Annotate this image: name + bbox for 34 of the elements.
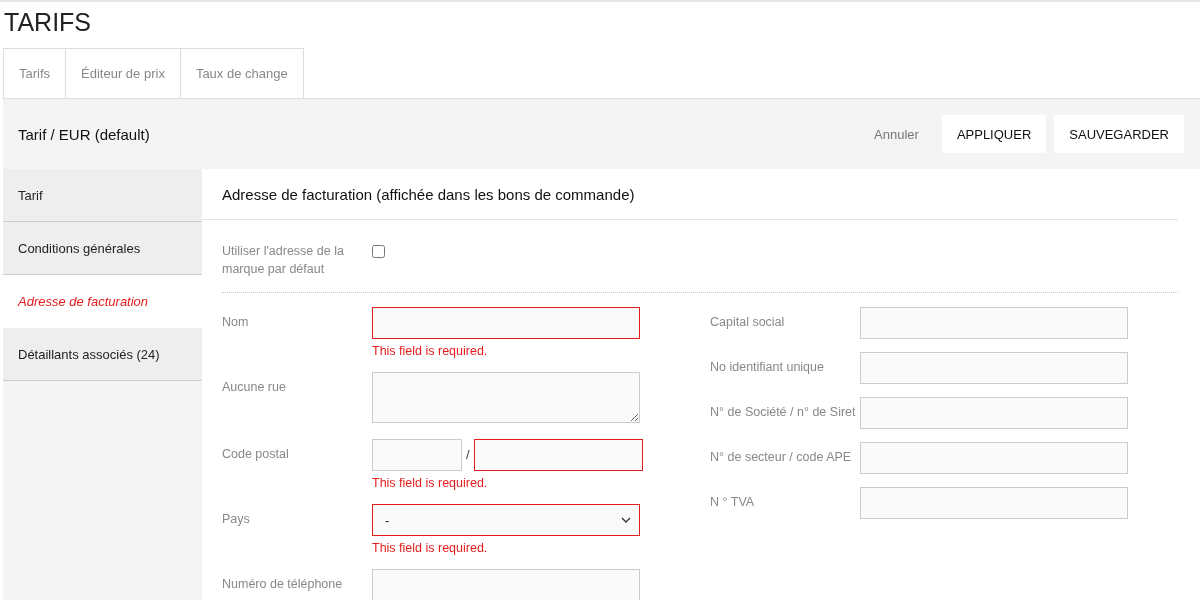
action-button[interactable]: SAUVEGARDER xyxy=(1054,115,1184,153)
chevron-down-icon xyxy=(621,517,631,523)
field-label: Nom xyxy=(222,314,250,329)
error-message: This field is required. xyxy=(372,476,489,490)
field-label: Aucune rue xyxy=(222,379,287,394)
tab[interactable]: Tarifs xyxy=(3,48,66,98)
field-label: N° de Société / n° de Siret xyxy=(710,404,857,419)
sidebar-item[interactable]: Détaillants associés (24) xyxy=(3,328,202,381)
sidebar-item[interactable]: Adresse de facturation xyxy=(3,275,202,328)
checkbox[interactable] xyxy=(372,245,385,258)
section-title: Adresse de facturation (affichée dans les bons de commande) xyxy=(202,169,1178,220)
field-label: N ° TVA xyxy=(710,494,756,509)
cancel-link[interactable]: Annuler xyxy=(859,115,934,153)
separator-text: / xyxy=(466,446,470,464)
field-label: Code postal xyxy=(222,446,290,461)
header-title: Tarif / EUR (default) xyxy=(18,125,151,143)
field-label: Pays xyxy=(222,511,251,526)
page-title: TARIFS xyxy=(3,7,93,38)
select-field[interactable]: - xyxy=(372,504,640,536)
error-message: This field is required. xyxy=(372,541,489,555)
action-button[interactable]: APPLIQUER xyxy=(941,115,1047,153)
checkbox-label: Utiliser l'adresse de la marque par défaut xyxy=(222,243,345,278)
sidebar-item[interactable]: Conditions générales xyxy=(3,222,202,275)
field-label: N° de secteur / code APE xyxy=(710,449,853,464)
textarea-field[interactable] xyxy=(372,372,640,423)
text-field[interactable] xyxy=(372,307,640,339)
text-field[interactable] xyxy=(473,439,643,471)
field-label: Capital social xyxy=(710,314,786,329)
tab[interactable]: Taux de change xyxy=(179,48,304,98)
field-label: No identifiant unique xyxy=(710,359,825,374)
error-message: This field is required. xyxy=(372,344,489,358)
field-label: Numéro de téléphone xyxy=(222,576,344,591)
sidebar-item[interactable]: Tarif xyxy=(3,169,202,222)
tab[interactable]: Éditeur de prix xyxy=(65,48,180,98)
